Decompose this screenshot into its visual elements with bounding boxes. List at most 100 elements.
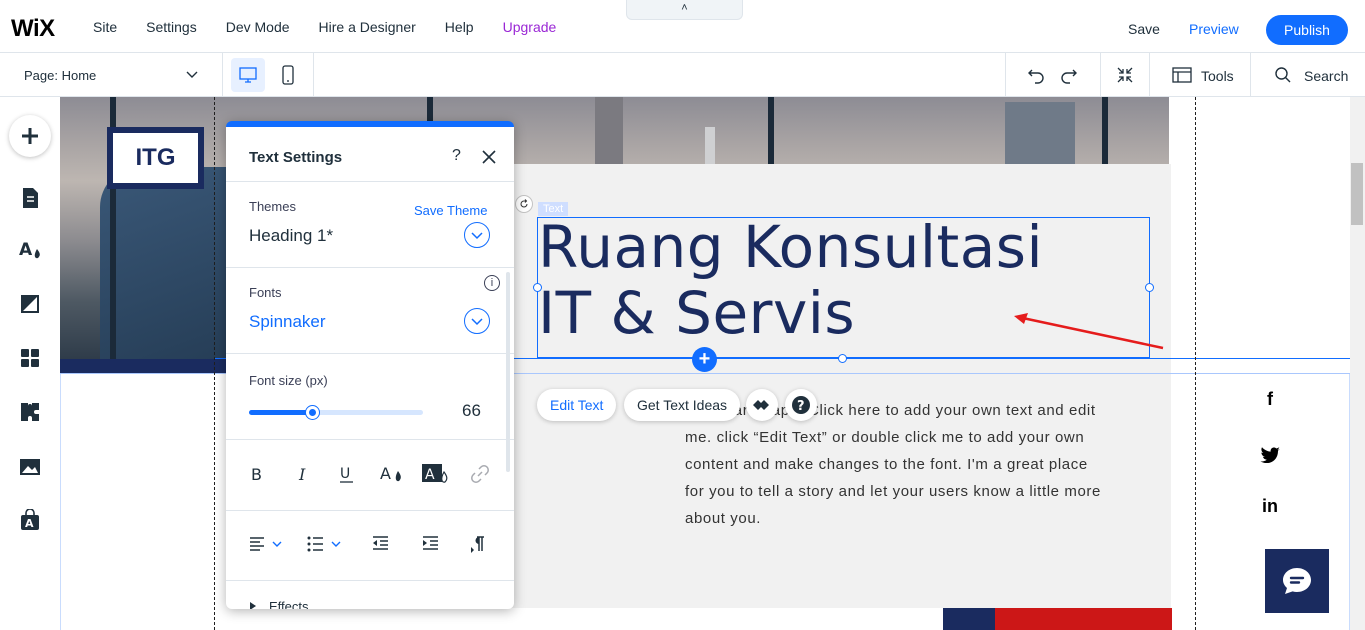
fonts-label: Fonts <box>249 285 282 300</box>
separator <box>1100 53 1101 97</box>
zoom-out-icon[interactable] <box>1116 66 1134 84</box>
panel-title: Text Settings <box>249 149 343 166</box>
underline-icon[interactable]: U <box>339 465 355 483</box>
bold-icon[interactable]: B <box>250 465 266 483</box>
undo-icon[interactable] <box>1027 66 1045 84</box>
effects-section-toggle[interactable]: Effects <box>269 599 309 609</box>
facebook-icon[interactable]: f <box>1260 389 1280 410</box>
separator <box>1149 53 1150 97</box>
theme-dropdown-button[interactable] <box>464 222 490 248</box>
font-dropdown-button[interactable] <box>464 308 490 334</box>
wix-logo[interactable]: WiX <box>11 15 55 43</box>
save-theme-link[interactable]: Save Theme <box>414 203 487 218</box>
panel-scrollbar[interactable] <box>506 272 510 472</box>
triangle-right-icon[interactable] <box>250 602 256 609</box>
search-button[interactable]: Search <box>1304 68 1348 84</box>
link-icon[interactable] <box>471 465 489 483</box>
tools-button[interactable]: Tools <box>1201 68 1234 84</box>
add-elements-button[interactable] <box>9 115 51 157</box>
linkedin-icon[interactable]: in <box>1260 496 1280 517</box>
footer-block-navy <box>943 608 995 630</box>
itg-logo-text: ITG <box>113 133 198 183</box>
highlight-color-icon[interactable]: A <box>422 463 452 485</box>
divider <box>226 353 514 354</box>
chat-icon <box>1283 568 1311 594</box>
bullets-list-icon[interactable] <box>307 535 343 553</box>
media-icon[interactable] <box>19 457 41 477</box>
resize-handle-left[interactable] <box>533 283 542 292</box>
align-left-icon[interactable] <box>249 535 285 553</box>
page-selector[interactable]: Page: Home <box>0 53 223 97</box>
chevron-down-icon <box>471 318 483 326</box>
theme-select-value[interactable]: Heading 1* <box>249 226 333 246</box>
text-direction-icon[interactable] <box>470 535 486 553</box>
italic-icon[interactable]: I <box>296 465 312 483</box>
font-size-value[interactable]: 66 <box>462 401 481 421</box>
panel-help-button[interactable]: ? <box>452 147 461 165</box>
chevron-down-icon <box>471 232 483 240</box>
add-section-button[interactable]: + <box>692 347 717 372</box>
footer-block-red <box>995 608 1172 630</box>
canvas-scrollbar[interactable] <box>1350 97 1365 630</box>
svg-text:I: I <box>298 465 306 483</box>
menu-help[interactable]: Help <box>445 19 474 35</box>
animation-icon <box>753 400 769 410</box>
font-select-value[interactable]: Spinnaker <box>249 312 326 332</box>
red-arrow-annotation <box>1014 313 1164 350</box>
preview-button[interactable]: Preview <box>1189 21 1239 37</box>
pages-icon[interactable] <box>20 187 40 209</box>
scrollbar-thumb[interactable] <box>1351 163 1363 225</box>
desktop-view-button[interactable] <box>226 53 270 97</box>
text-color-icon[interactable]: A <box>380 463 406 485</box>
twitter-icon[interactable] <box>1260 447 1280 463</box>
collapse-toolbar-tab[interactable]: ˄ <box>626 0 743 20</box>
svg-text:B: B <box>251 465 262 483</box>
save-button[interactable]: Save <box>1128 21 1160 37</box>
top-nav: Site Settings Dev Mode Hire a Designer H… <box>93 0 585 53</box>
menu-site[interactable]: Site <box>93 19 117 35</box>
separator <box>1250 53 1251 97</box>
svg-text:A: A <box>380 464 391 483</box>
background-icon[interactable] <box>20 294 40 314</box>
editor-subbar: Page: Home Tools Search <box>0 53 1365 97</box>
chat-button[interactable] <box>1265 549 1329 613</box>
paragraph-text[interactable]: I'm a paragraph. Click here to add your … <box>685 397 1105 532</box>
decrease-indent-icon[interactable] <box>372 535 390 553</box>
resize-handle-bottom[interactable] <box>838 354 847 363</box>
font-size-slider[interactable] <box>249 406 423 419</box>
menu-settings[interactable]: Settings <box>146 19 197 35</box>
business-puzzle-icon[interactable] <box>19 401 41 423</box>
help-button[interactable]: ? <box>785 389 817 421</box>
resize-handle-right[interactable] <box>1145 283 1154 292</box>
menu-dev-mode[interactable]: Dev Mode <box>226 19 290 35</box>
itg-logo[interactable]: ITG <box>107 127 204 189</box>
get-text-ideas-button[interactable]: Get Text Ideas <box>624 389 741 421</box>
rotate-handle[interactable] <box>515 195 533 213</box>
design-icon[interactable]: A <box>19 239 43 261</box>
edit-text-button[interactable]: Edit Text <box>537 389 617 421</box>
menu-upgrade[interactable]: Upgrade <box>503 19 557 35</box>
svg-text:A: A <box>19 240 33 260</box>
mobile-view-button[interactable] <box>266 53 310 97</box>
rotate-icon <box>520 199 528 208</box>
increase-indent-icon[interactable] <box>422 535 440 553</box>
animation-button[interactable] <box>746 389 778 421</box>
themes-label: Themes <box>249 199 296 214</box>
svg-text:A: A <box>25 517 34 530</box>
tools-icon[interactable] <box>1172 66 1192 84</box>
redo-icon[interactable] <box>1060 66 1078 84</box>
apps-icon[interactable] <box>20 348 40 368</box>
close-icon[interactable] <box>482 150 496 164</box>
info-icon[interactable]: i <box>484 275 500 291</box>
skyscraper-image-part <box>1005 102 1075 172</box>
app-market-icon[interactable]: A <box>20 509 40 531</box>
search-icon[interactable] <box>1274 66 1292 84</box>
add-icon <box>22 128 38 144</box>
font-size-slider-handle[interactable] <box>305 406 319 419</box>
gridline-left <box>214 97 215 630</box>
chevron-down-icon <box>186 71 198 78</box>
skyscraper-image-part <box>595 97 623 167</box>
page-selector-label: Page: Home <box>24 68 97 83</box>
publish-button[interactable]: Publish <box>1266 15 1348 45</box>
menu-hire-designer[interactable]: Hire a Designer <box>319 19 416 35</box>
